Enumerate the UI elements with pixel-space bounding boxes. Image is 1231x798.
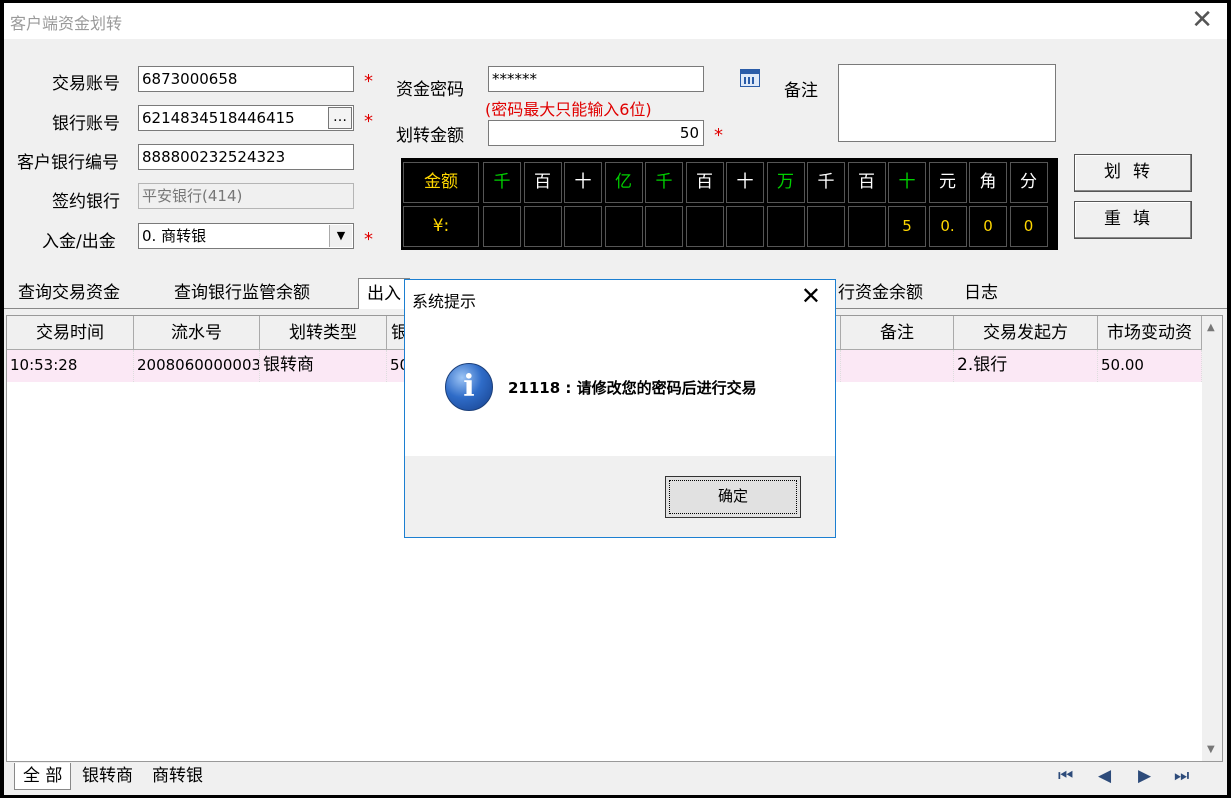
tab-all[interactable]: 全 部 — [14, 763, 72, 790]
bank-account-label: 银行账号 — [52, 114, 120, 134]
bank-account-value: 6214834518446415 — [142, 109, 295, 127]
tab-broker-to-bank[interactable]: 商转银 — [144, 763, 211, 789]
amount-unit-cell: 十 — [888, 162, 926, 203]
table-cell: 银转商 — [260, 350, 387, 382]
amount-digit-cell — [807, 206, 845, 247]
system-prompt-dialog: 系统提示 ✕ i 21118 : 请修改您的密码后进行交易 确定 — [404, 279, 836, 538]
amount-digit-cell — [766, 206, 805, 247]
amount-unit-cell: 十 — [726, 162, 764, 203]
filter-tabs: 全 部 银转商 商转银 ⏮ ◀ ▶ ⏭ — [4, 763, 1227, 793]
amount-unit-cell: 十 — [564, 162, 602, 203]
amount-digit-cell — [726, 206, 764, 247]
amount-digit-cell — [645, 206, 683, 247]
tab-query-trade-funds[interactable]: 查询交易资金 — [10, 278, 128, 308]
amount-digit-cell — [483, 206, 521, 247]
bank-account-browse-button[interactable]: … — [328, 107, 352, 129]
amount-unit-cell: 元 — [928, 162, 967, 203]
amount-digit-cell — [564, 206, 602, 247]
direction-select[interactable]: 0. 商转银 ▼ — [138, 223, 354, 249]
transfer-amount-field[interactable]: 50 — [488, 120, 704, 146]
amount-digit-cell — [685, 206, 724, 247]
dialog-title: 系统提示 — [412, 292, 477, 311]
reset-button[interactable]: 重填 — [1074, 201, 1192, 239]
required-mark: * — [714, 125, 723, 146]
calendar-icon[interactable] — [740, 69, 760, 87]
amount-header-label: 金额 — [403, 162, 479, 203]
amount-unit-cell: 分 — [1009, 162, 1048, 203]
window-close-button[interactable]: ✕ — [1191, 5, 1213, 35]
ok-button-label: 确定 — [717, 487, 748, 505]
chevron-down-icon[interactable]: ▼ — [329, 225, 352, 247]
amount-unit-cell: 百 — [847, 162, 886, 203]
amount-unit-cell: 亿 — [604, 162, 643, 203]
table-cell: 2.银行 — [954, 350, 1098, 382]
direction-label: 入金/出金 — [42, 232, 116, 252]
prev-page-icon[interactable]: ◀ — [1098, 766, 1111, 786]
amount-unit-cell: 百 — [523, 162, 562, 203]
remark-field[interactable] — [838, 64, 1056, 142]
amount-unit-cell: 千 — [483, 162, 521, 203]
direction-value: 0. 商转银 — [142, 227, 207, 245]
tab-query-bank-balance[interactable]: 查询银行监管余额 — [166, 278, 318, 308]
window-title: 客户端资金划转 — [10, 14, 123, 33]
amount-unit-cell: 角 — [969, 162, 1007, 203]
table-cell — [841, 350, 954, 382]
signed-bank-field: 平安银行(414) — [138, 183, 354, 209]
column-header[interactable]: 划转类型 — [260, 316, 387, 350]
last-page-icon[interactable]: ⏭ — [1174, 766, 1189, 786]
password-hint: (密码最大只能输入6位) — [485, 100, 652, 119]
trade-account-label: 交易账号 — [52, 74, 120, 94]
dialog-message: 21118 : 请修改您的密码后进行交易 — [508, 379, 757, 397]
amount-unit-cell: 百 — [685, 162, 724, 203]
amount-unit-cell: 万 — [766, 162, 805, 203]
table-cell: 10:53:28 — [7, 350, 134, 382]
amount-unit-cell: 千 — [645, 162, 683, 203]
bank-account-field[interactable]: 6214834518446415 — [138, 105, 354, 131]
tab-log[interactable]: 日志 — [956, 278, 1006, 308]
amount-digit-cell: 0. — [928, 206, 967, 247]
tab-bank-to-broker[interactable]: 银转商 — [74, 763, 141, 789]
dialog-close-button[interactable]: ✕ — [801, 282, 821, 310]
tab-transfer-records[interactable]: 出入 — [358, 278, 410, 309]
scroll-up-icon[interactable]: ▲ — [1207, 322, 1215, 333]
table-cell: 2008060000003 — [134, 350, 260, 382]
vertical-scrollbar[interactable]: ▲ ▼ — [1202, 316, 1222, 761]
amount-digit-cell: 0 — [1009, 206, 1048, 247]
amount-digit-cell — [604, 206, 643, 247]
required-mark: * — [364, 71, 373, 92]
fund-password-field[interactable]: ****** — [488, 66, 704, 92]
tab-bank-fund-balance[interactable]: 行资金余额 — [830, 278, 931, 308]
client-bank-no-field[interactable]: 888800232524323 — [138, 144, 354, 170]
column-header[interactable]: 交易发起方 — [954, 316, 1098, 350]
column-header[interactable]: 流水号 — [134, 316, 260, 350]
next-page-icon[interactable]: ▶ — [1138, 766, 1151, 786]
column-header[interactable]: 交易时间 — [7, 316, 134, 350]
column-header[interactable]: 市场变动资 — [1098, 316, 1202, 350]
scroll-down-icon[interactable]: ▼ — [1207, 744, 1215, 755]
remark-label: 备注 — [784, 81, 818, 101]
client-bank-no-label: 客户银行编号 — [17, 153, 119, 173]
required-mark: * — [364, 111, 373, 132]
amount-digit-cell — [523, 206, 562, 247]
table-cell: 50.00 — [1098, 350, 1202, 382]
amount-digit-cell: 5 — [888, 206, 926, 247]
amount-grid: 金额 ¥: 千百十亿千百十万千百十 5 元 0. 角 0 分 0 — [401, 158, 1058, 250]
amount-unit-cell: 千 — [807, 162, 845, 203]
required-mark: * — [364, 229, 373, 250]
fund-password-label: 资金密码 — [396, 80, 464, 100]
trade-account-field[interactable]: 6873000658 — [138, 66, 354, 92]
info-icon: i — [445, 363, 493, 411]
amount-digit-cell — [847, 206, 886, 247]
ok-button[interactable]: 确定 — [665, 476, 801, 518]
transfer-button[interactable]: 划转 — [1074, 154, 1192, 192]
first-page-icon[interactable]: ⏮ — [1058, 766, 1073, 786]
title-bar: 客户端资金划转 ✕ — [4, 3, 1227, 39]
currency-label: ¥: — [403, 206, 479, 247]
transfer-amount-label: 划转金额 — [396, 126, 464, 146]
signed-bank-label: 签约银行 — [52, 192, 120, 212]
column-header[interactable]: 备注 — [841, 316, 954, 350]
amount-digit-cell: 0 — [969, 206, 1007, 247]
